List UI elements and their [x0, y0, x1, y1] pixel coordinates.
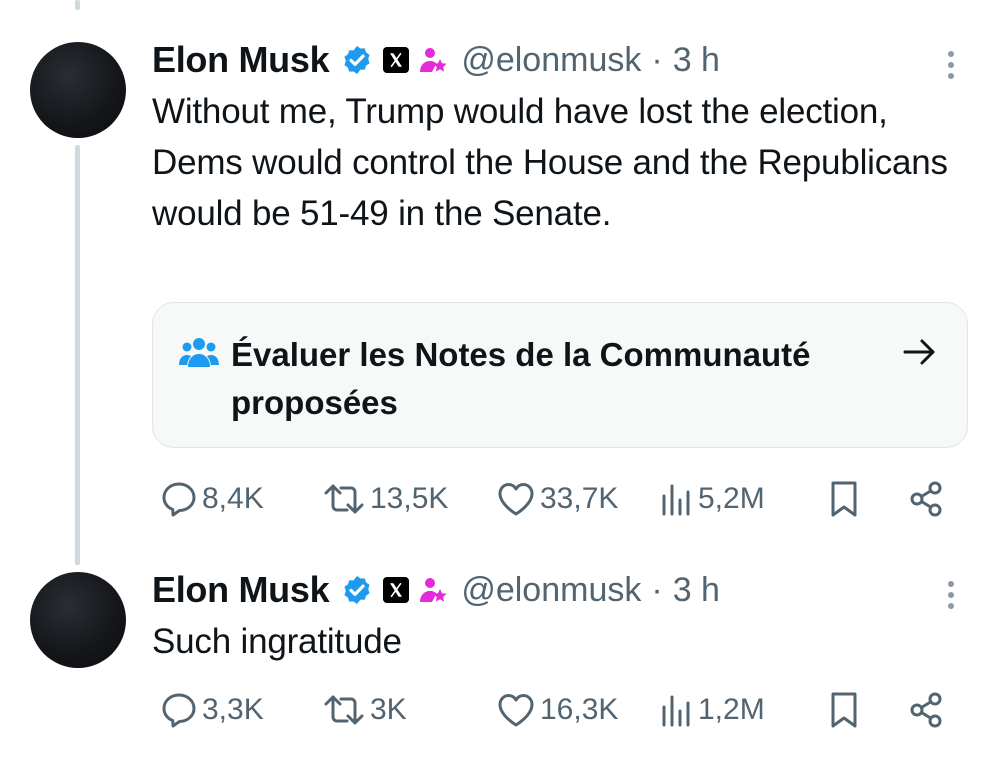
timestamp[interactable]: 3 h: [673, 41, 720, 80]
share-button[interactable]: [908, 477, 944, 521]
subscriber-role-icon: [420, 48, 447, 72]
bookmark-icon: [831, 692, 857, 728]
reply-count: 8,4K: [202, 482, 264, 515]
like-icon: [498, 694, 534, 727]
community-notes-label: Évaluer les Notes de la Communauté propo…: [231, 336, 811, 421]
reply-button[interactable]: 3,3K: [160, 688, 264, 732]
author-name[interactable]: Elon Musk: [152, 39, 330, 81]
repost-count: 13,5K: [370, 482, 449, 515]
community-notes-card[interactable]: Évaluer les Notes de la Communauté propo…: [152, 302, 968, 448]
share-icon: [910, 692, 942, 728]
tweet[interactable]: Elon Musk @elonmusk · 3 h Such ingratitu…: [152, 569, 970, 667]
verified-badge-icon[interactable]: [341, 574, 373, 606]
views-button[interactable]: 5,2M: [658, 477, 765, 521]
thread-connector-top: [75, 0, 80, 10]
views-icon: [662, 484, 690, 516]
reply-icon: [162, 482, 196, 517]
views-icon: [662, 695, 690, 727]
tweet[interactable]: Elon Musk @elonmusk · 3 h Without me, Tr…: [152, 39, 970, 239]
more-vertical-icon[interactable]: [946, 576, 956, 612]
tweet-text: Without me, Trump would have lost the el…: [152, 92, 948, 233]
community-notes-icon: [179, 338, 219, 367]
separator-dot: ·: [651, 40, 663, 79]
author-handle[interactable]: @elonmusk: [461, 41, 641, 80]
tweet-actions: 8,4K 13,5K 33,7K 5,2M: [152, 477, 952, 521]
like-button[interactable]: 16,3K: [496, 688, 618, 732]
tweet-header: Elon Musk @elonmusk · 3 h: [152, 569, 970, 611]
x-affiliate-badge-icon[interactable]: [383, 577, 410, 603]
timestamp[interactable]: 3 h: [673, 571, 720, 610]
reply-button[interactable]: 8,4K: [160, 477, 264, 521]
author-handle[interactable]: @elonmusk: [461, 571, 641, 610]
reply-icon: [162, 693, 196, 728]
repost-count: 3K: [370, 693, 407, 726]
tweet-actions: 3,3K 3K 16,3K 1,2M: [152, 688, 952, 732]
author-name[interactable]: Elon Musk: [152, 569, 330, 611]
repost-button[interactable]: 13,5K: [322, 477, 448, 521]
share-button[interactable]: [908, 688, 944, 732]
repost-icon: [324, 484, 364, 514]
tweet-header: Elon Musk @elonmusk · 3 h: [152, 39, 970, 81]
share-icon: [910, 481, 942, 517]
like-count: 16,3K: [540, 693, 619, 726]
repost-icon: [324, 695, 364, 725]
arrow-right-icon: [903, 339, 935, 365]
like-count: 33,7K: [540, 482, 619, 515]
avatar[interactable]: [30, 42, 126, 138]
bookmark-button[interactable]: [828, 477, 860, 521]
views-button[interactable]: 1,2M: [658, 688, 765, 732]
reply-count: 3,3K: [202, 693, 264, 726]
views-count: 5,2M: [698, 482, 765, 515]
x-affiliate-badge-icon[interactable]: [383, 47, 410, 73]
views-count: 1,2M: [698, 693, 765, 726]
like-icon: [498, 483, 534, 516]
verified-badge-icon[interactable]: [341, 44, 373, 76]
like-button[interactable]: 33,7K: [496, 477, 618, 521]
bookmark-button[interactable]: [828, 688, 860, 732]
tweet-text: Such ingratitude: [152, 622, 402, 661]
avatar[interactable]: [30, 572, 126, 668]
repost-button[interactable]: 3K: [322, 688, 407, 732]
thread-connector: [75, 145, 80, 565]
bookmark-icon: [831, 481, 857, 517]
more-vertical-icon[interactable]: [946, 46, 956, 82]
subscriber-role-icon: [420, 578, 447, 602]
separator-dot: ·: [651, 570, 663, 609]
